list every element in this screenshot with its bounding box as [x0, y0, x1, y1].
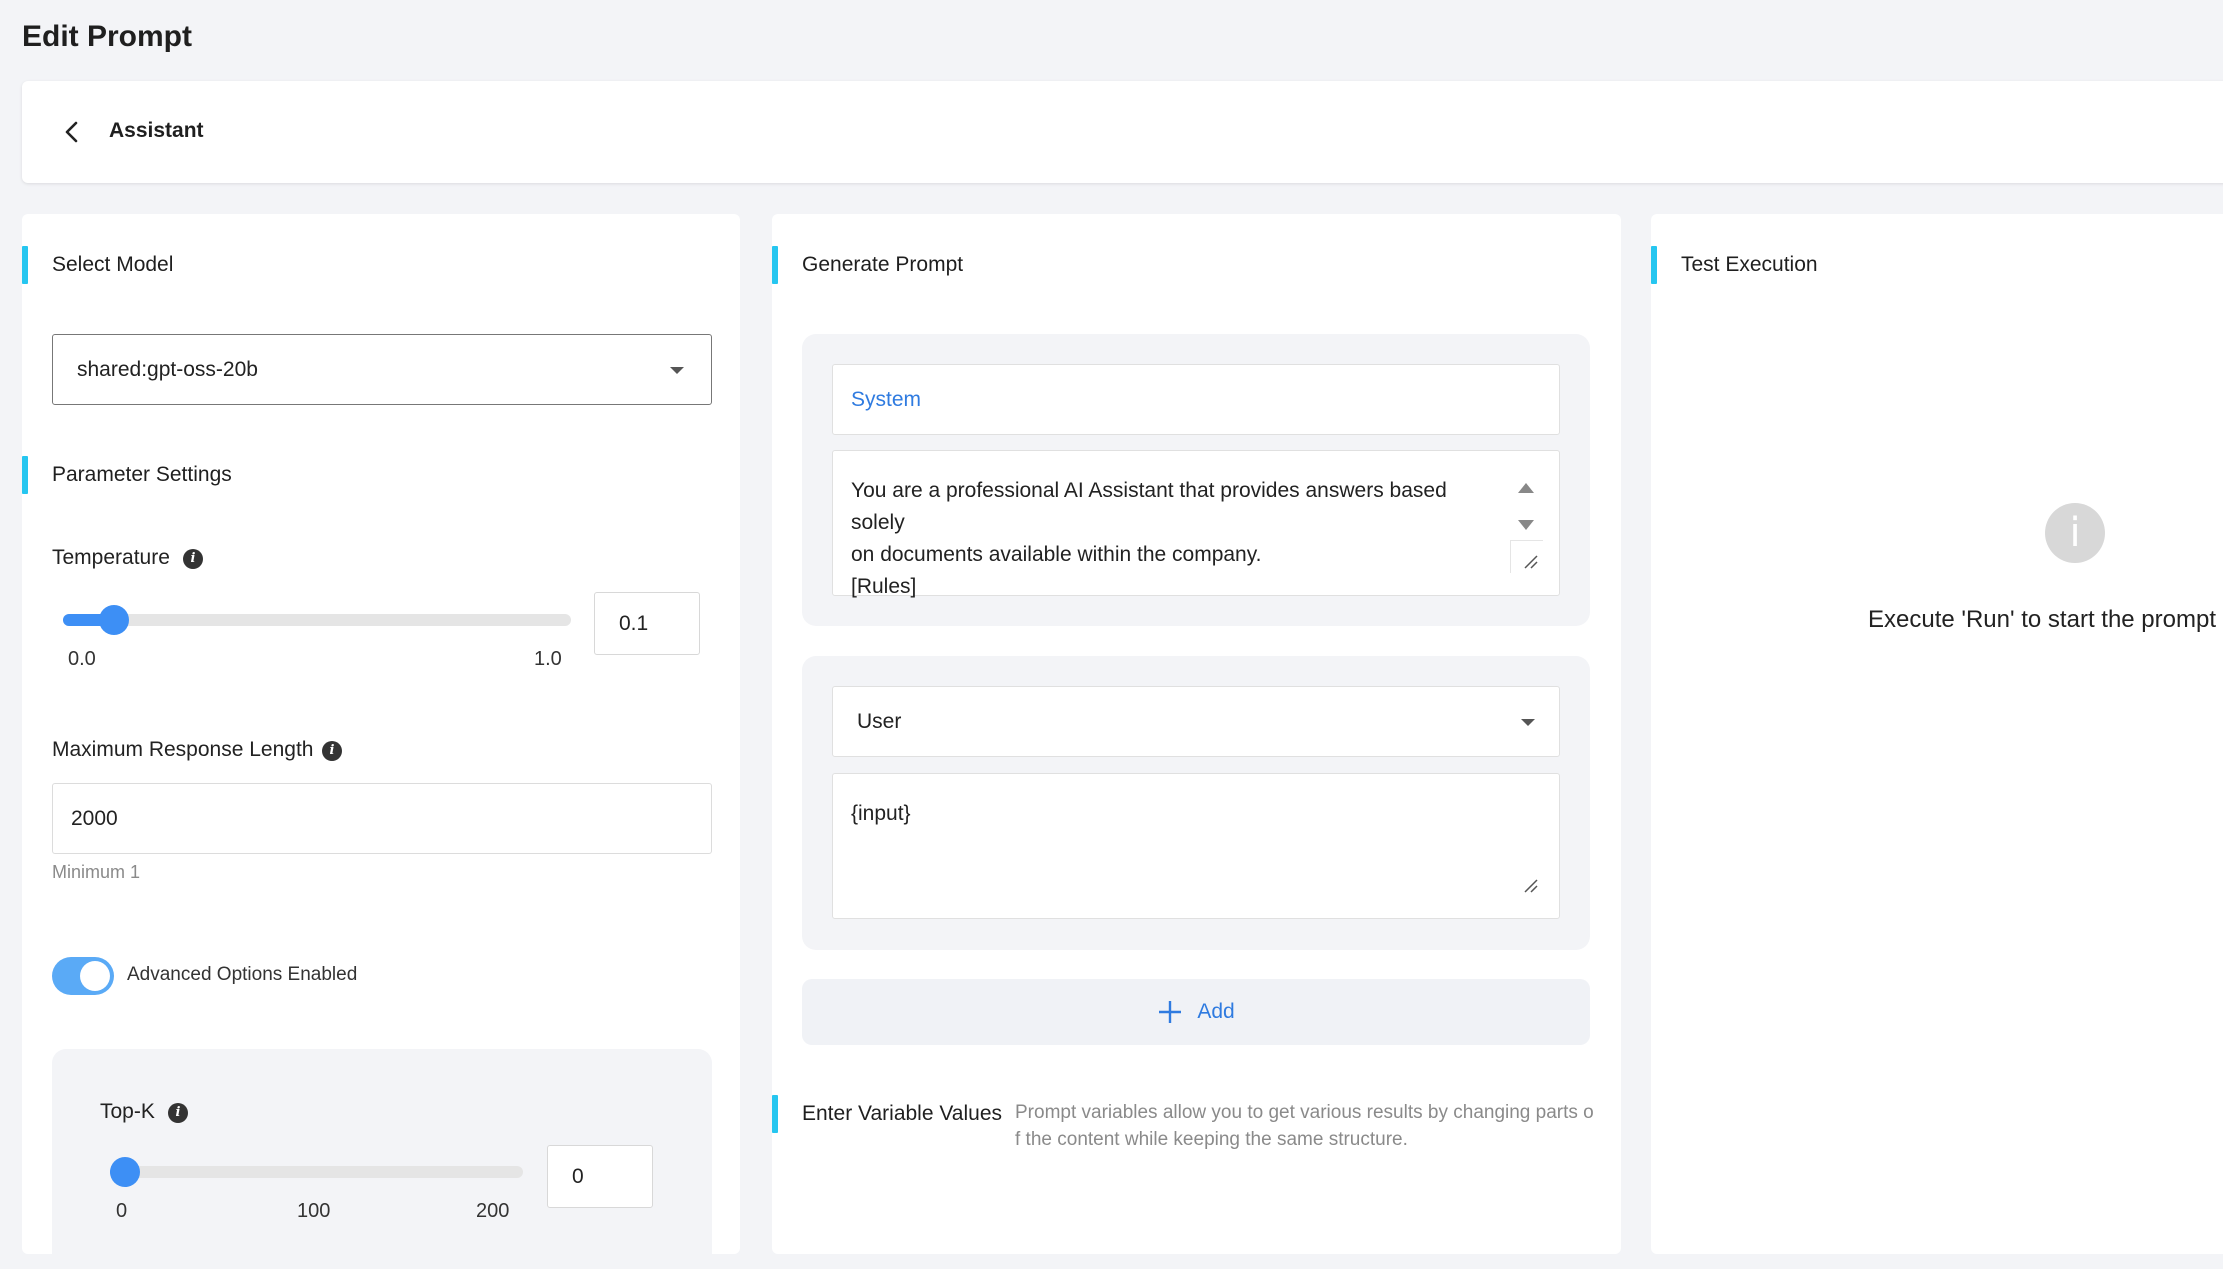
info-icon[interactable]: i — [183, 549, 203, 569]
top-k-tick-label: 200 — [476, 1200, 510, 1222]
temperature-label: Temperature — [52, 546, 170, 569]
resize-handle-icon[interactable] — [1522, 553, 1538, 569]
resize-handle-icon[interactable] — [1522, 877, 1538, 893]
info-icon[interactable]: i — [168, 1103, 188, 1123]
top-k-tick-label: 100 — [297, 1200, 331, 1222]
temperature-min-label: 0.0 — [68, 648, 96, 670]
select-model-title: Select Model — [22, 246, 173, 284]
back-button[interactable] — [58, 118, 86, 146]
parameter-settings-title: Parameter Settings — [22, 456, 232, 494]
add-message-label: Add — [1197, 1000, 1235, 1023]
max-length-input[interactable]: 2000 — [52, 783, 712, 854]
info-icon[interactable]: i — [322, 741, 342, 761]
role-select-value: User — [857, 709, 902, 733]
user-message-input[interactable]: {input} — [832, 773, 1560, 919]
user-message-text: {input} — [851, 802, 911, 825]
scroll-up-icon[interactable] — [1517, 482, 1535, 494]
generate-prompt-title: Generate Prompt — [772, 246, 963, 284]
top-k-input[interactable]: 0 — [547, 1145, 653, 1208]
advanced-options-label: Advanced Options Enabled — [127, 964, 358, 985]
system-role-label: System — [832, 364, 1560, 435]
temperature-slider-thumb[interactable] — [98, 605, 129, 635]
info-icon: i — [2045, 503, 2105, 563]
system-message-input[interactable]: You are a professional AI Assistant that… — [832, 450, 1560, 598]
max-length-input-value: 2000 — [71, 806, 118, 830]
advanced-options-toggle[interactable] — [52, 957, 114, 995]
header-bar — [22, 81, 2223, 183]
system-message-line: You are a professional AI Assistant that… — [851, 479, 1447, 534]
temperature-input[interactable]: 0.1 — [594, 592, 700, 655]
max-length-helper: Minimum 1 — [52, 862, 141, 882]
variable-values-description: Prompt variables allow you to get variou… — [1015, 1102, 1594, 1150]
role-select[interactable]: User — [832, 686, 1560, 757]
system-message-line: on documents available within the compan… — [851, 543, 1262, 566]
max-length-label: Maximum Response Length — [52, 738, 314, 761]
header-title: Assistant — [109, 119, 204, 142]
model-select[interactable]: shared:gpt-oss-20b — [52, 334, 712, 405]
top-k-slider[interactable] — [110, 1157, 523, 1187]
page-title: Edit Prompt — [22, 20, 192, 53]
system-role-text: System — [851, 387, 922, 411]
temperature-input-value: 0.1 — [619, 611, 649, 635]
temperature-slider[interactable] — [63, 605, 571, 635]
scroll-down-icon[interactable] — [1517, 519, 1535, 531]
model-select-value: shared:gpt-oss-20b — [77, 357, 258, 381]
plus-icon — [1159, 1001, 1182, 1023]
toggle-knob — [80, 961, 110, 991]
top-k-tick-label: 0 — [116, 1200, 128, 1222]
chevron-down-icon — [670, 367, 684, 374]
top-k-label: Top-K — [100, 1100, 155, 1123]
top-k-input-value: 0 — [572, 1164, 584, 1188]
variable-values-title: Enter Variable Values — [772, 1095, 1002, 1133]
chevron-left-icon — [65, 121, 78, 143]
empty-state-message: Execute 'Run' to start the prompt — [1868, 606, 2216, 633]
top-k-slider-thumb[interactable] — [110, 1157, 140, 1187]
test-execution-title: Test Execution — [1651, 246, 1818, 284]
temperature-max-label: 1.0 — [534, 648, 562, 670]
test-execution-panel — [1651, 214, 2223, 1254]
add-message-button[interactable]: Add — [802, 979, 1590, 1045]
system-message-line: [Rules] — [851, 575, 917, 598]
chevron-down-icon — [1521, 719, 1535, 726]
